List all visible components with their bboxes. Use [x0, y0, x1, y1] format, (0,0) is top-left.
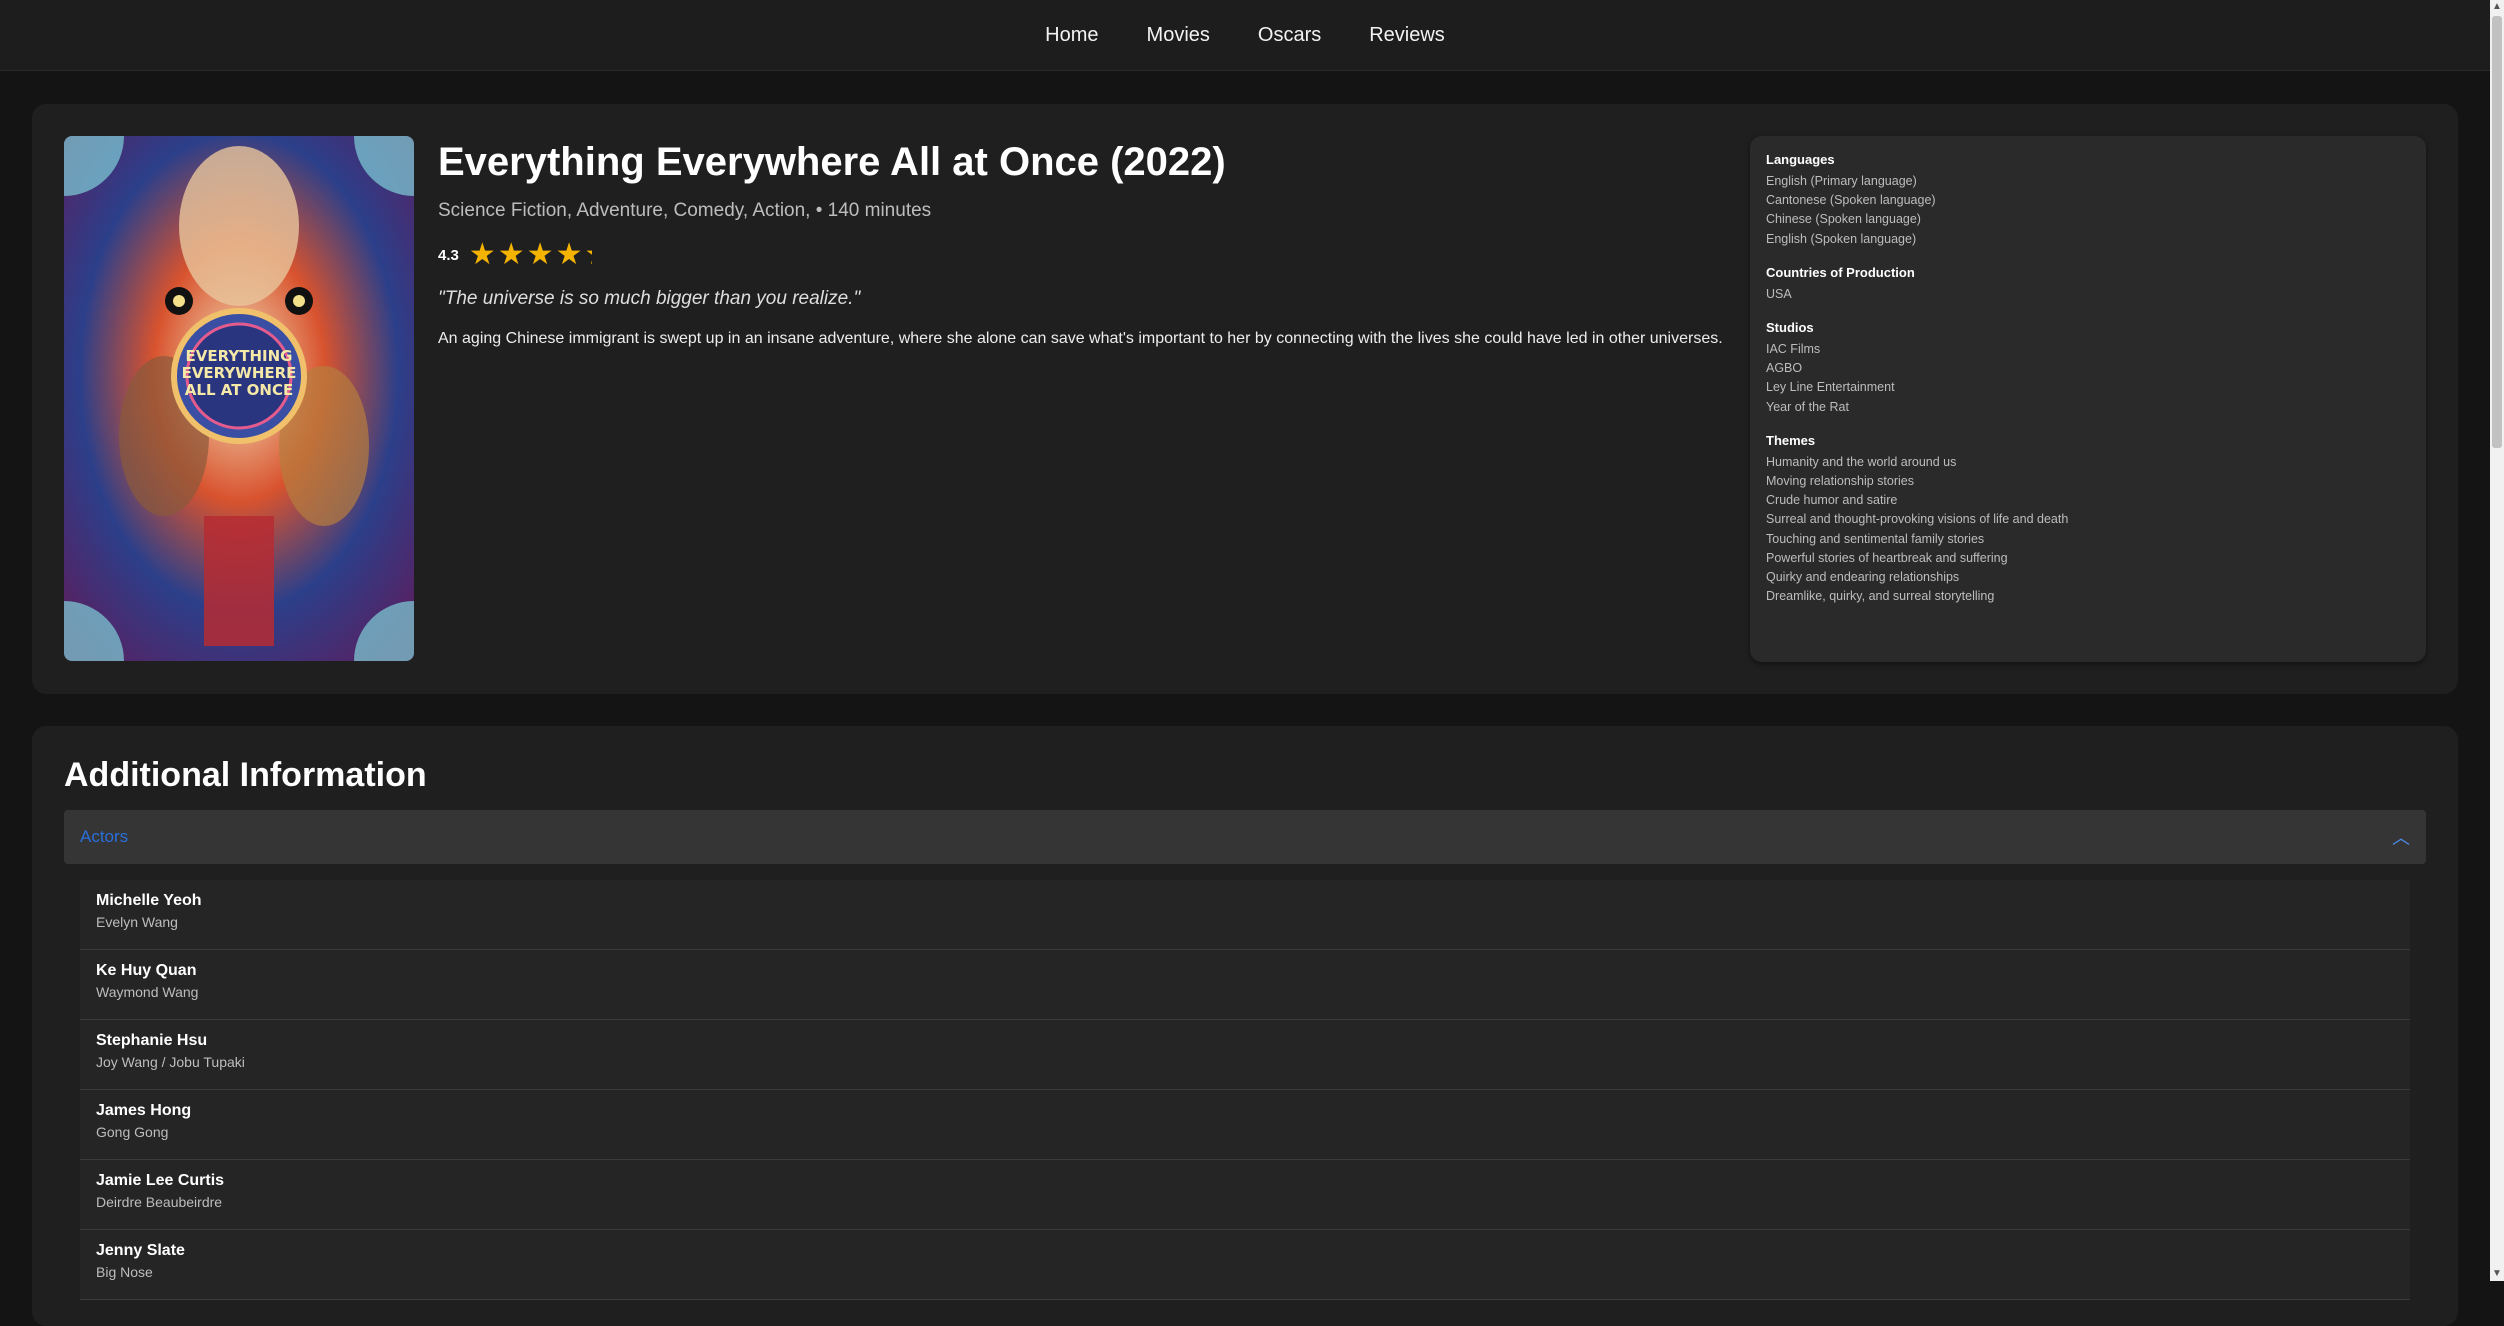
languages-heading: Languages: [1766, 152, 1835, 167]
theme-item: Crude humor and satire: [1766, 493, 1898, 508]
rating-value: 4.3: [438, 246, 459, 264]
star-icon: ★: [555, 238, 583, 271]
countries-section: Countries of Production USA: [1766, 265, 2410, 304]
actor-role: Deirdre Beaubeirdre: [96, 1194, 223, 1210]
language-item: English (Primary language): [1766, 174, 1917, 188]
movie-poster: EVERYTHING EVERYWHERE ALL AT ONCE: [64, 136, 414, 661]
actor-role: Big Nose: [96, 1264, 153, 1280]
country-item: USA: [1766, 286, 1792, 301]
partial-star-icon: ★: [584, 240, 592, 270]
movie-hero-card: EVERYTHING EVERYWHERE ALL AT ONCE Everyt…: [32, 104, 2458, 694]
nav-reviews[interactable]: Reviews: [1369, 24, 1445, 47]
scroll-up-arrow-icon[interactable]: ▲: [2490, 0, 2504, 14]
actor-name: Jamie Lee Curtis: [96, 1172, 225, 1189]
theme-item: Quirky and endearing relationships: [1766, 570, 1960, 585]
actor-row: Jenny Slate Big Nose: [80, 1230, 2410, 1300]
star-icon: ★: [526, 238, 554, 271]
tagline: "The universe is so much bigger than you…: [438, 288, 861, 309]
details-panel: Languages English (Primary language) Can…: [1750, 136, 2426, 662]
poster-title-text: EVERYTHING EVERYWHERE ALL AT ONCE: [181, 347, 297, 399]
themes-heading: Themes: [1766, 432, 1816, 448]
actor-row: Jamie Lee Curtis Deirdre Beaubeirdre: [80, 1160, 2410, 1230]
actor-role: Waymond Wang: [96, 984, 199, 1000]
theme-item: Dreamlike, quirky, and surreal storytell…: [1766, 589, 1995, 604]
actor-row: James Hong Gong Gong: [80, 1090, 2410, 1160]
scrollbar-thumb[interactable]: [2492, 16, 2502, 448]
actor-name: Jenny Slate: [96, 1242, 185, 1259]
page-scrollbar[interactable]: ▲ ▼: [2490, 0, 2504, 1281]
studios-heading: Studios: [1766, 320, 1814, 336]
actor-role: Joy Wang / Jobu Tupaki: [96, 1054, 245, 1070]
scroll-down-arrow-icon[interactable]: ▼: [2490, 1267, 2504, 1281]
actor-row: Michelle Yeoh Evelyn Wang: [80, 880, 2410, 950]
nav-oscars[interactable]: Oscars: [1258, 24, 1321, 47]
studio-item: Ley Line Entertainment: [1766, 380, 1895, 395]
theme-item: Surreal and thought-provoking visions of…: [1766, 512, 2069, 527]
themes-section: Themes Humanity and the world around us …: [1766, 433, 2410, 607]
studio-item: IAC Films: [1766, 342, 1821, 357]
studio-item: Year of the Rat: [1766, 399, 1849, 414]
countries-heading: Countries of Production: [1766, 264, 1915, 280]
top-navigation: Home Movies Oscars Reviews: [0, 0, 2490, 71]
nav-home[interactable]: Home: [1045, 24, 1098, 47]
chevron-up-icon: ︿: [2392, 828, 2410, 848]
genres-runtime: Science Fiction, Adventure, Comedy, Acti…: [438, 200, 932, 221]
studio-item: AGBO: [1766, 361, 1803, 376]
actor-role: Evelyn Wang: [96, 914, 178, 930]
additional-information-card: Additional Information Actors ︿ Michelle…: [32, 726, 2458, 1326]
star-icon: ★: [497, 238, 525, 271]
additional-information-title: Additional Information: [64, 756, 427, 794]
actor-list: Michelle Yeoh Evelyn Wang Ke Huy Quan Wa…: [80, 880, 2410, 1300]
language-item: English (Spoken language): [1766, 231, 1917, 246]
actor-row: Stephanie Hsu Joy Wang / Jobu Tupaki: [80, 1020, 2410, 1090]
theme-item: Humanity and the world around us: [1766, 454, 1957, 469]
theme-item: Powerful stories of heartbreak and suffe…: [1766, 550, 2008, 565]
actor-name: James Hong: [96, 1102, 192, 1119]
nav-movies[interactable]: Movies: [1147, 24, 1210, 47]
overview: An aging Chinese immigrant is swept up i…: [438, 330, 1723, 347]
language-item: Chinese (Spoken language): [1766, 212, 1921, 227]
actor-name: Michelle Yeoh: [96, 892, 202, 909]
studios-section: Studios IAC Films AGBO Ley Line Entertai…: [1766, 320, 2410, 417]
languages-section: Languages English (Primary language) Can…: [1766, 152, 2410, 249]
theme-item: Moving relationship stories: [1766, 474, 1914, 489]
actors-accordion-label: Actors: [80, 827, 129, 846]
actors-accordion-toggle[interactable]: Actors ︿: [64, 810, 2426, 864]
language-item: Cantonese (Spoken language): [1766, 193, 1936, 208]
theme-item: Touching and sentimental family stories: [1766, 531, 1985, 546]
actor-row: Ke Huy Quan Waymond Wang: [80, 950, 2410, 1020]
movie-title: Everything Everywhere All at Once (2022): [438, 140, 1226, 184]
star-icon: ★: [468, 238, 496, 271]
rating-stars: ★ ★ ★ ★ ★: [469, 240, 593, 270]
rating: 4.3 ★ ★ ★ ★ ★: [438, 240, 592, 270]
actor-name: Ke Huy Quan: [96, 962, 197, 979]
actor-name: Stephanie Hsu: [96, 1032, 208, 1049]
actor-role: Gong Gong: [96, 1124, 169, 1140]
